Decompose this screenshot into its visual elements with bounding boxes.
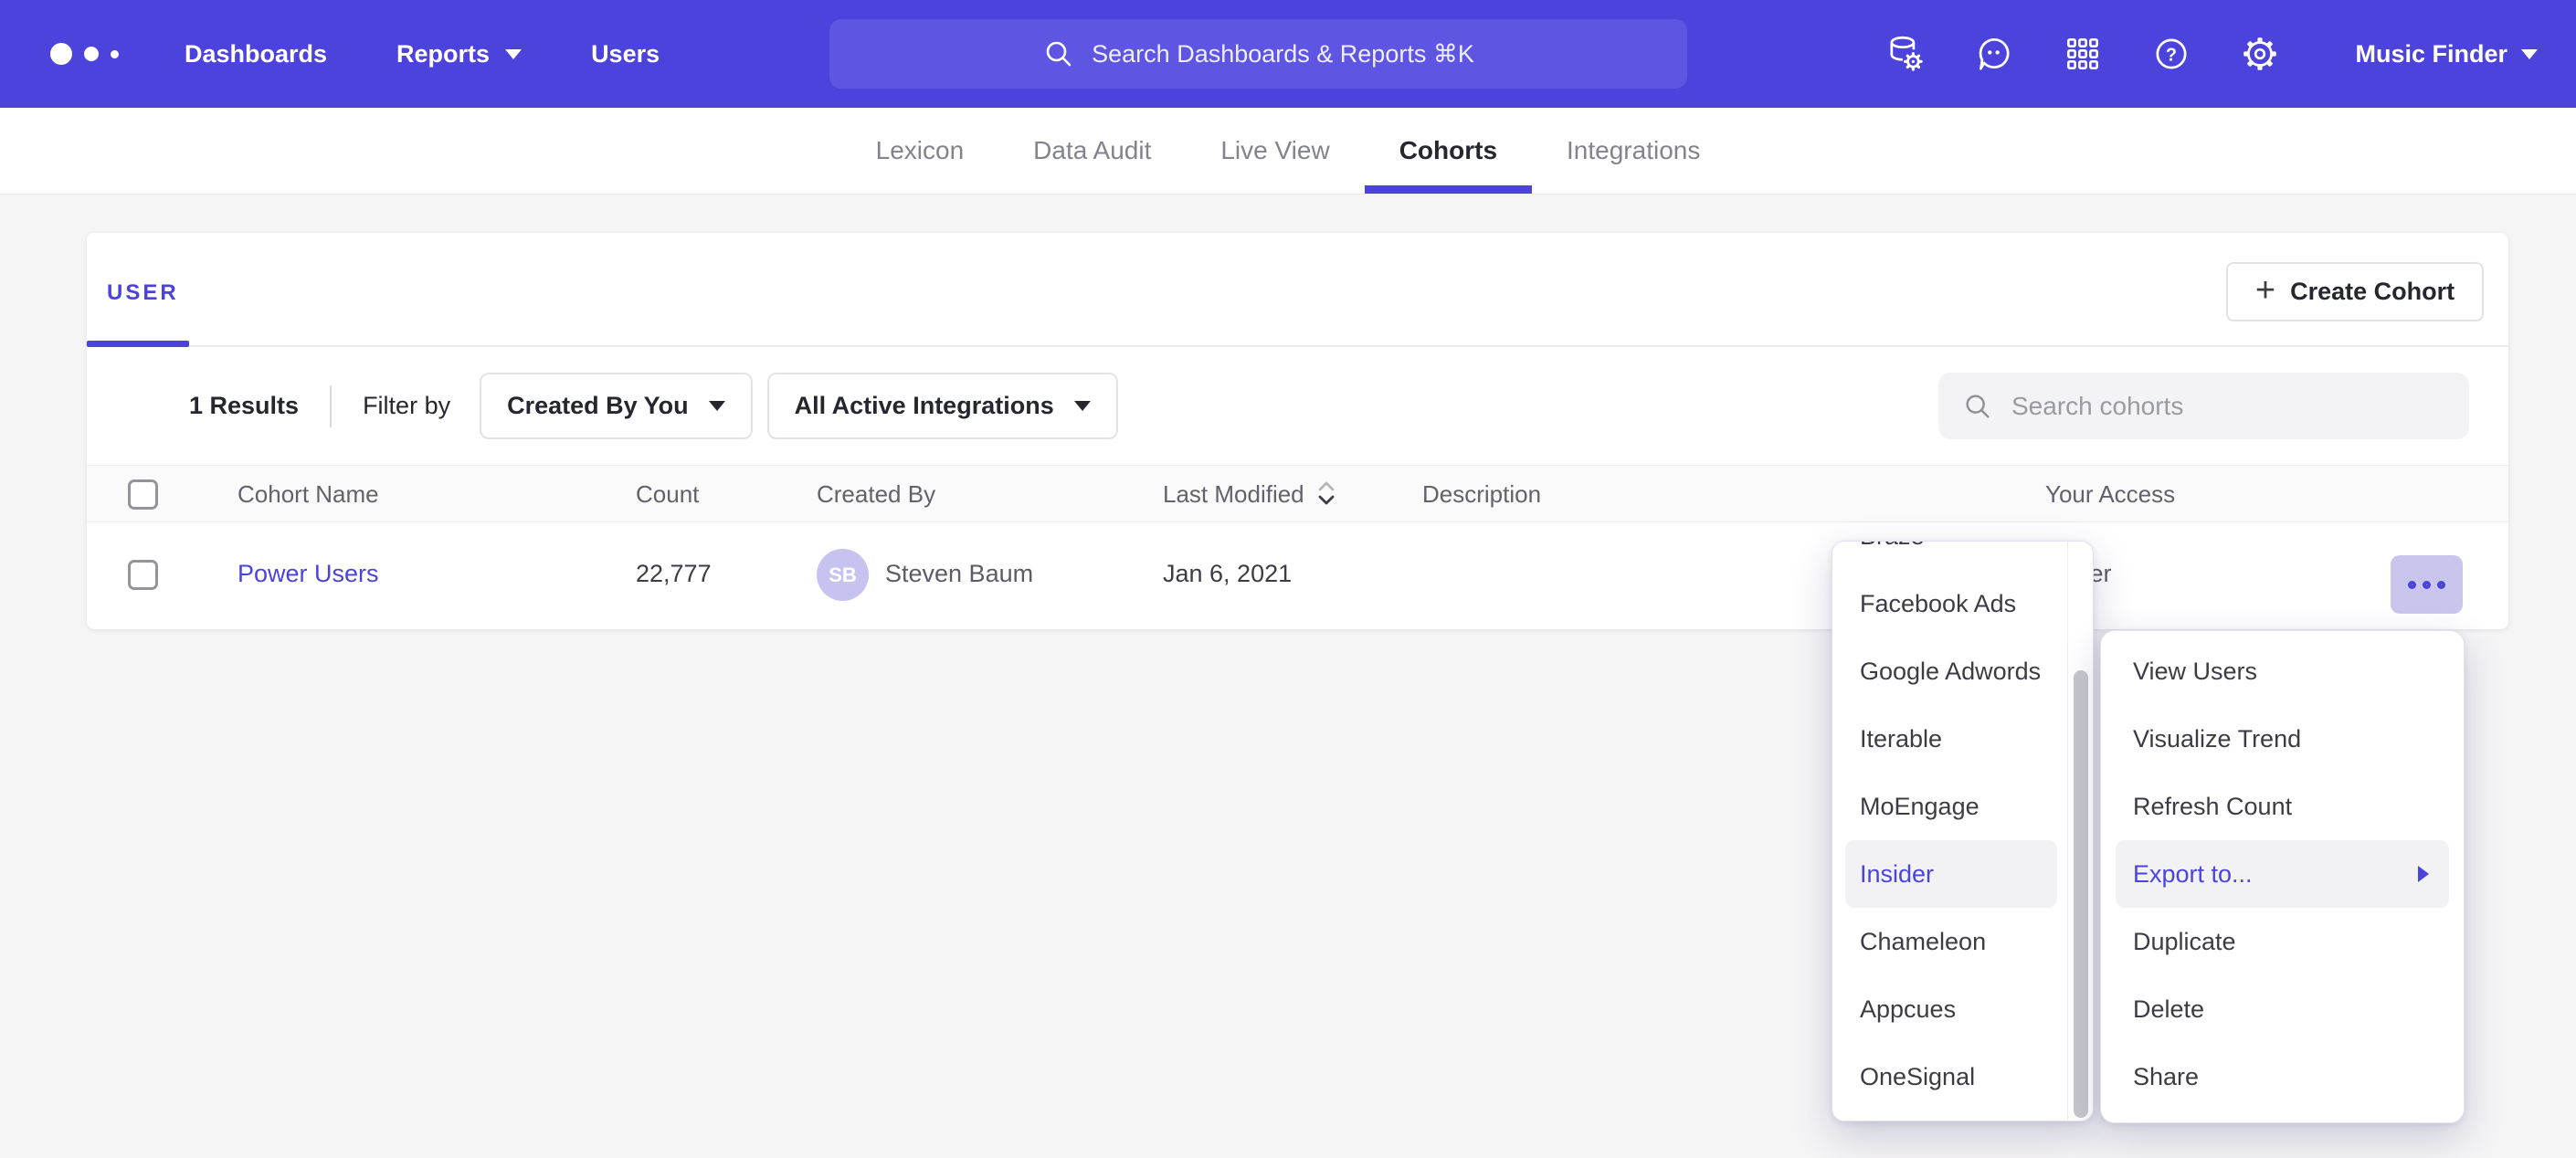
filter-toolbar: 1 Results Filter by Created By You All A…: [87, 347, 2508, 465]
cohort-name-link[interactable]: Power Users: [238, 560, 379, 588]
menu-item-moengage[interactable]: MoEngage: [1845, 773, 2057, 840]
col-last-modified[interactable]: Last Modified: [1163, 466, 1337, 523]
created-by-filter-dropdown[interactable]: Created By You: [480, 373, 753, 439]
menu-item-google-adwords[interactable]: Google Adwords: [1845, 637, 2057, 705]
menu-item-visualize-trend[interactable]: Visualize Trend: [2101, 705, 2464, 773]
tab-user-cohorts[interactable]: USER: [107, 280, 179, 306]
export-destinations-menu: Braze Facebook Ads Google Adwords Iterab…: [1832, 541, 2094, 1121]
cohorts-card: USER + Create Cohort 1 Results Filter by…: [87, 233, 2508, 629]
menu-item-chameleon[interactable]: Chameleon: [1845, 908, 2057, 975]
global-search-input[interactable]: Search Dashboards & Reports ⌘K: [829, 19, 1687, 89]
cohort-search-box: [1938, 373, 2469, 439]
menu-item-refresh-count[interactable]: Refresh Count: [2101, 773, 2464, 840]
tab-data-audit[interactable]: Data Audit: [998, 108, 1186, 194]
chevron-down-icon: [2521, 49, 2538, 59]
submenu-arrow-icon: [2418, 866, 2429, 882]
data-management-icon[interactable]: [1884, 33, 1927, 75]
create-cohort-button[interactable]: + Create Cohort: [2226, 262, 2484, 321]
row-checkbox[interactable]: [128, 560, 158, 590]
select-all-checkbox[interactable]: [128, 479, 158, 510]
menu-scrollbar-track[interactable]: [2067, 542, 2093, 1121]
search-icon: [1042, 37, 1075, 70]
col-count: Count: [636, 466, 699, 523]
cohort-search-input[interactable]: [2011, 392, 2445, 421]
svg-text:?: ?: [2166, 45, 2177, 65]
table-header-row: Cohort Name Count Created By Last Modifi…: [87, 465, 2508, 522]
feedback-icon[interactable]: [1973, 33, 2015, 75]
export-destinations-list: Braze Facebook Ads Google Adwords Iterab…: [1845, 541, 2057, 1111]
user-tab-underline: [87, 341, 189, 347]
row-actions-button[interactable]: [2391, 555, 2463, 614]
col-description: Description: [1422, 466, 1541, 523]
card-header: USER + Create Cohort: [87, 233, 2508, 347]
tab-live-view[interactable]: Live View: [1186, 108, 1364, 194]
nav-reports[interactable]: Reports: [396, 40, 522, 68]
cohort-actions-menu: View Users Visualize Trend Refresh Count…: [2100, 630, 2465, 1123]
chevron-down-icon: [1074, 401, 1091, 411]
plus-icon: +: [2255, 273, 2275, 308]
tab-integrations[interactable]: Integrations: [1532, 108, 1735, 194]
created-by-name: Steven Baum: [885, 560, 1033, 588]
search-icon: [1962, 391, 1993, 422]
menu-item-braze[interactable]: Braze: [1845, 541, 2057, 570]
divider: [330, 385, 332, 427]
menu-item-export-to[interactable]: Export to...: [2116, 840, 2449, 908]
cohort-count: 22,777: [636, 560, 712, 588]
active-tab-underline: [1365, 185, 1532, 194]
menu-item-facebook-ads[interactable]: Facebook Ads: [1845, 570, 2057, 637]
menu-item-insider[interactable]: Insider: [1845, 840, 2057, 908]
tab-cohorts[interactable]: Cohorts: [1365, 108, 1532, 194]
settings-icon[interactable]: [2239, 33, 2281, 75]
chevron-down-icon: [505, 49, 522, 59]
top-navigation-bar: Dashboards Reports Users Search Dashboar…: [0, 0, 2576, 108]
topnav-right-cluster: ? Music Finder: [1884, 33, 2549, 75]
menu-item-share[interactable]: Share: [2101, 1043, 2464, 1111]
menu-item-onesignal[interactable]: OneSignal: [1845, 1043, 2057, 1111]
menu-item-duplicate[interactable]: Duplicate: [2101, 908, 2464, 975]
avatar: SB: [817, 549, 869, 601]
global-search-placeholder: Search Dashboards & Reports ⌘K: [1092, 40, 1474, 68]
nav-users[interactable]: Users: [591, 40, 660, 68]
results-count: 1 Results: [189, 392, 299, 420]
cohorts-page: Dashboards Reports Users Search Dashboar…: [0, 0, 2576, 1158]
menu-scrollbar-thumb[interactable]: [2074, 670, 2088, 1118]
workspace-name: Music Finder: [2355, 40, 2507, 68]
tab-lexicon[interactable]: Lexicon: [841, 108, 999, 194]
workspace-switcher[interactable]: Music Finder: [2355, 40, 2538, 68]
nav-dashboards[interactable]: Dashboards: [185, 40, 327, 68]
help-icon[interactable]: ?: [2150, 33, 2192, 75]
col-your-access: Your Access: [2045, 466, 2175, 523]
col-created-by: Created By: [817, 466, 935, 523]
section-tabbar: Lexicon Data Audit Live View Cohorts Int…: [0, 108, 2576, 195]
menu-item-appcues[interactable]: Appcues: [1845, 975, 2057, 1043]
menu-item-view-users[interactable]: View Users: [2101, 637, 2464, 705]
menu-item-iterable[interactable]: Iterable: [1845, 705, 2057, 773]
col-cohort-name: Cohort Name: [238, 466, 379, 523]
chevron-down-icon: [709, 401, 725, 411]
last-modified-date: Jan 6, 2021: [1163, 560, 1292, 588]
apps-grid-icon[interactable]: [2062, 33, 2104, 75]
filter-by-label: Filter by: [363, 392, 450, 420]
table-row: Power Users 22,777 SB Steven Baum Jan 6,…: [87, 522, 2508, 627]
integrations-filter-dropdown[interactable]: All Active Integrations: [767, 373, 1118, 439]
brand-logo-icon[interactable]: [50, 43, 119, 65]
sort-icon[interactable]: [1315, 471, 1337, 529]
menu-item-delete[interactable]: Delete: [2101, 975, 2464, 1043]
